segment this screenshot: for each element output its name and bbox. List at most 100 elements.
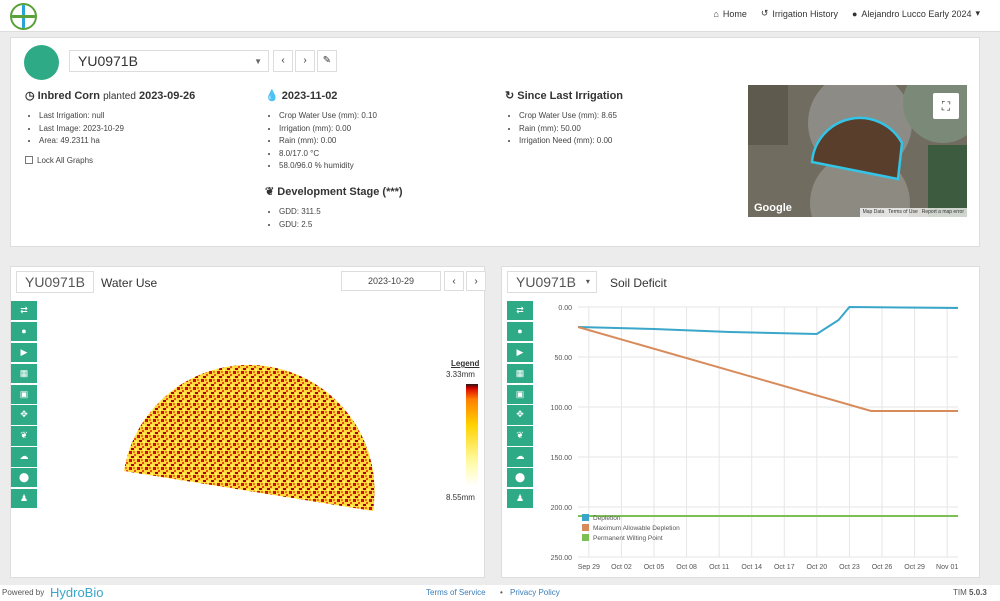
next-date-button[interactable]: › (466, 271, 486, 291)
list-item: Irrigation Need (mm): 0.00 (519, 135, 735, 148)
caret-down-icon: ▾ (975, 8, 980, 18)
list-item: Last Irrigation: null (39, 110, 245, 123)
x-tick-label: Oct 29 (904, 564, 925, 571)
y-tick-label: 200.00 (551, 505, 573, 512)
history-icon: ↺ (760, 8, 769, 18)
clock-icon: ◷ (25, 90, 35, 102)
field-avatar (24, 45, 59, 80)
field-select[interactable]: YU0971B ▾ (507, 271, 597, 293)
hydrobio-logo: HydroBio (50, 585, 104, 600)
field-select[interactable]: YU0971B ▼ (69, 50, 269, 72)
caret-down-icon: ▾ (585, 277, 590, 286)
crosshair-icon[interactable]: ✥ (11, 405, 37, 425)
list-item: Irrigation (mm): 0.00 (279, 123, 495, 136)
swap-icon[interactable]: ⇄ (507, 301, 533, 321)
y-tick-label: 250.00 (551, 555, 573, 562)
next-field-button[interactable]: › (295, 50, 315, 72)
list-item: Last Image: 2023-10-29 (39, 123, 245, 136)
play-icon[interactable]: ▶ (11, 342, 37, 363)
image-icon[interactable]: ▣ (507, 384, 533, 404)
panel-title: Soil Deficit (610, 276, 667, 290)
user-icon: ● (851, 8, 858, 19)
x-tick-label: Oct 17 (774, 564, 795, 571)
y-tick-label: 50.00 (554, 355, 572, 362)
cloud-icon[interactable]: ☁ (507, 447, 533, 467)
x-tick-label: Oct 08 (676, 564, 697, 571)
caret-down-icon: ▼ (254, 57, 262, 66)
map-terms-link[interactable]: Terms of Use (888, 209, 917, 216)
crosshair-icon[interactable]: ✥ (507, 405, 533, 425)
soil-deficit-panel: YU0971B ▾ Soil Deficit ⇄ ● ▶ ▦ ▣ ✥ ❦ ☁ ⬤… (501, 266, 980, 578)
map-data-link[interactable]: Map Data (863, 209, 885, 216)
x-tick-label: Oct 02 (611, 564, 632, 571)
swap-icon[interactable]: ⇄ (11, 301, 37, 321)
list-item: Rain (mm): 50.00 (519, 123, 735, 136)
map-pin-icon[interactable]: ⬤ (507, 468, 533, 488)
google-logo: Google (754, 202, 792, 214)
soil-deficit-chart: 0.00 50.00 100.00 150.00 200.00 250.00 Sep 29 O… (551, 305, 959, 571)
prev-field-button[interactable]: ‹ (273, 50, 293, 72)
water-use-heatmap (124, 364, 375, 511)
list-item: GDD: 311.5 (279, 206, 495, 219)
bayer-logo[interactable] (10, 3, 37, 30)
nav-irrigation-history[interactable]: ↺ Irrigation History (761, 8, 838, 19)
home-icon: ⌂ (713, 8, 719, 19)
prev-date-button[interactable]: ‹ (444, 271, 464, 291)
x-tick-label: Oct 20 (807, 564, 828, 571)
x-tick-label: Oct 05 (644, 564, 665, 571)
refresh-icon: ↻ (505, 90, 515, 102)
satellite-map[interactable]: ⛶ Google Map Data Terms of Use Report a … (748, 85, 967, 217)
list-item: Area: 49.2311 ha (39, 135, 245, 148)
legend-label: Permanent Wilting Point (593, 535, 663, 542)
crop-info: ◷ Inbred Corn planted 2023-09-26 Last Ir… (25, 89, 245, 165)
privacy-link[interactable]: Privacy Policy (510, 588, 560, 597)
version: TIM 5.0.3 (953, 588, 987, 597)
cloud-icon[interactable]: ☁ (11, 447, 37, 467)
field-id-box: YU0971B (16, 271, 94, 293)
layer-toolbar: ⇄ ● ▶ ▦ ▣ ✥ ❦ ☁ ⬤ ♟ (507, 301, 533, 510)
layer-toolbar: ⇄ ● ▶ ▦ ▣ ✥ ❦ ☁ ⬤ ♟ (11, 301, 37, 510)
heatmap-legend: Legend 3.33mm 8.55mm (446, 359, 480, 502)
top-nav: ⌂ Home ↺ Irrigation History ● Alejandro Luc… (0, 0, 1000, 32)
x-tick-label: Oct 14 (741, 564, 762, 571)
play-icon[interactable]: ▶ (507, 342, 533, 363)
legend-label: Maximum Allowable Depletion (593, 525, 680, 532)
image-icon[interactable]: ▣ (11, 384, 37, 404)
fullscreen-icon[interactable]: ⛶ (933, 93, 959, 119)
grid-icon[interactable]: ▦ (507, 363, 533, 383)
grid-icon[interactable]: ▦ (11, 363, 37, 383)
x-tick-label: Oct 23 (839, 564, 860, 571)
list-item: 8.0/17.0 °C (279, 148, 495, 161)
nav-home[interactable]: ⌂ Home (713, 9, 746, 19)
footer: Powered by HydroBio Terms of Service • P… (0, 585, 1000, 601)
droplet-icon[interactable]: ● (507, 321, 533, 342)
leaf-icon: ❦ (265, 185, 275, 198)
series-line (577, 326, 958, 412)
list-item: GDU: 2.5 (279, 219, 495, 232)
date-picker[interactable]: 2023-10-29 (341, 271, 441, 291)
legend-label: Depletion (593, 515, 621, 522)
x-tick-label: Sep 29 (578, 564, 600, 571)
leaf-icon[interactable]: ❦ (11, 426, 37, 446)
y-tick-label: 0.00 (558, 305, 572, 312)
map-report-link[interactable]: Report a map error (922, 209, 964, 216)
person-icon[interactable]: ♟ (507, 489, 533, 509)
lock-all-graphs-checkbox[interactable]: Lock All Graphs (25, 156, 245, 165)
y-tick-label: 100.00 (551, 405, 573, 412)
person-icon[interactable]: ♟ (11, 489, 37, 509)
x-tick-label: Nov 01 (936, 564, 958, 571)
terms-link[interactable]: Terms of Service (426, 588, 486, 597)
leaf-icon[interactable]: ❦ (507, 426, 533, 446)
list-item: 58.0/96.0 % humidity (279, 160, 495, 173)
map-pin-icon[interactable]: ⬤ (11, 468, 37, 488)
legend-swatch (582, 534, 589, 541)
legend-swatch (582, 514, 589, 521)
list-item: Crop Water Use (mm): 0.10 (279, 110, 495, 123)
series-line (577, 305, 959, 336)
edit-field-button[interactable]: ✎ (317, 50, 337, 72)
map-footer: Map Data Terms of Use Report a map error (859, 208, 967, 217)
droplet-icon[interactable]: ● (11, 321, 37, 342)
legend-gradient (466, 384, 478, 486)
user-menu[interactable]: ● Alejandro Lucco Early 2024 ▾ (852, 8, 980, 19)
field-summary-card: YU0971B ▼ ‹ › ✎ ◷ Inbred Corn planted 20… (10, 37, 980, 247)
